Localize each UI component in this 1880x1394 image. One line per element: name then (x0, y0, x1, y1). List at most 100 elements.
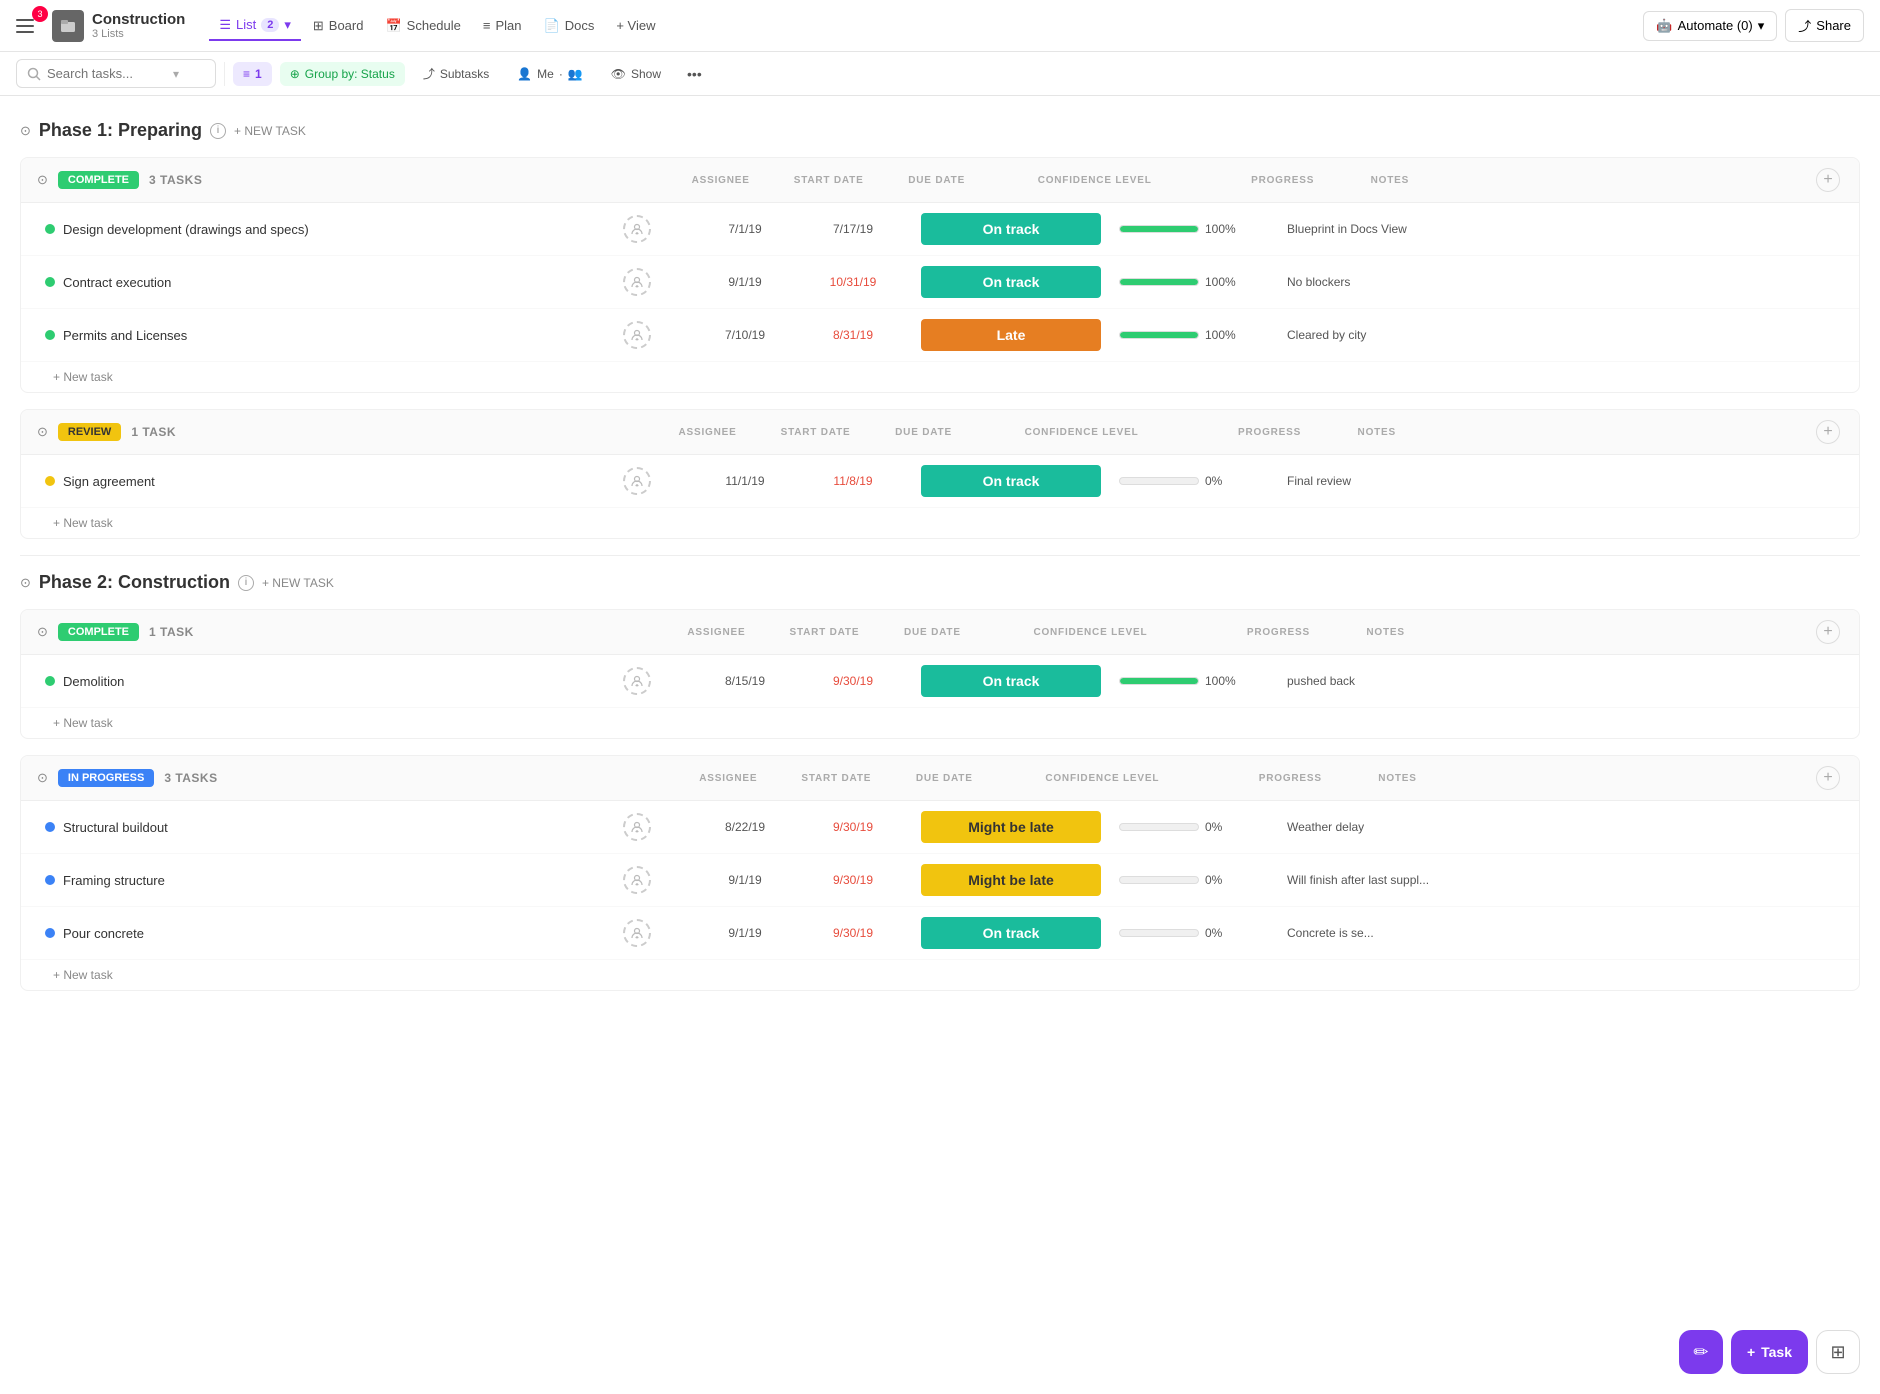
phase-new-task-btn-1[interactable]: + NEW TASK (234, 124, 306, 138)
more-options-button[interactable]: ••• (679, 61, 710, 87)
group-toggle-2-2[interactable]: ⊙ (37, 770, 48, 786)
add-col-btn-2-2[interactable]: + (1816, 766, 1840, 790)
task-status-dot (45, 875, 55, 885)
avatar[interactable] (623, 268, 651, 296)
fab-edit-button[interactable]: ✏ (1679, 1330, 1723, 1374)
add-col-btn-2-1[interactable]: + (1816, 620, 1840, 644)
task-progress-cell: 0% (1119, 873, 1279, 887)
task-progress-cell: 0% (1119, 820, 1279, 834)
hamburger-menu[interactable]: 3 (16, 12, 44, 40)
fab-task-button[interactable]: + Task (1731, 1330, 1808, 1374)
progress-percent: 100% (1205, 275, 1237, 289)
fab-grid-button[interactable]: ⊞ (1816, 1330, 1860, 1374)
group-toggle-2-1[interactable]: ⊙ (37, 624, 48, 640)
progress-bar (1119, 477, 1199, 485)
status-header-row-1-2: ⊙ REVIEW 1 TASK ASSIGNEE START DATE DUE … (21, 410, 1859, 455)
filter-count: 1 (255, 67, 262, 81)
task-progress-cell: 0% (1119, 474, 1279, 488)
share-button[interactable]: ⤴ Share (1785, 9, 1864, 42)
phase-toggle-1[interactable]: ⊙ (20, 123, 31, 139)
search-box[interactable]: ▾ (16, 59, 216, 88)
task-confidence-cell: On track (911, 465, 1111, 497)
tab-plan-label: Plan (495, 18, 521, 33)
automate-button[interactable]: 🤖 Automate (0) ▾ (1643, 11, 1777, 41)
task-name-cell: Pour concrete (45, 926, 579, 941)
task-due-date: 9/30/19 (803, 820, 903, 834)
col-progress-1-1: PROGRESS (1203, 175, 1363, 186)
task-assignee-cell (587, 919, 687, 947)
avatar[interactable] (623, 215, 651, 243)
group-by-button[interactable]: ⊕ Group by: Status (280, 62, 405, 86)
new-task-link[interactable]: + New task (21, 708, 1859, 738)
subtasks-button[interactable]: ⤴ Subtasks (413, 60, 499, 87)
status-header-row-1-1: ⊙ COMPLETE 3 TASKS ASSIGNEE START DATE D… (21, 158, 1859, 203)
task-notes: pushed back (1287, 674, 1821, 688)
confidence-badge[interactable]: On track (921, 213, 1101, 245)
filter-button[interactable]: ≡ 1 (233, 62, 272, 86)
phase-info-icon-2[interactable]: i (238, 575, 254, 591)
new-task-link[interactable]: + New task (21, 508, 1859, 538)
task-name-label[interactable]: Sign agreement (63, 474, 155, 489)
progress-bar (1119, 929, 1199, 937)
task-start-date: 9/1/19 (695, 275, 795, 289)
tab-list[interactable]: ☰ List 2 ▾ (209, 11, 301, 41)
task-name-label[interactable]: Demolition (63, 674, 124, 689)
task-status-dot (45, 928, 55, 938)
tab-board[interactable]: ⊞ Board (303, 12, 374, 40)
avatar[interactable] (623, 467, 651, 495)
confidence-badge[interactable]: On track (921, 665, 1101, 697)
search-input[interactable] (47, 66, 167, 81)
tab-plan[interactable]: ≡ Plan (473, 12, 532, 39)
tab-docs[interactable]: 📄 Docs (534, 12, 605, 40)
task-progress-cell: 100% (1119, 328, 1279, 342)
status-group-2-2: ⊙ IN PROGRESS 3 TASKS ASSIGNEE START DAT… (20, 755, 1860, 991)
tab-view-add[interactable]: + View (606, 12, 665, 39)
avatar[interactable] (623, 919, 651, 947)
avatar[interactable] (623, 321, 651, 349)
task-name-label[interactable]: Design development (drawings and specs) (63, 222, 309, 237)
col-start-date-2-1: START DATE (774, 627, 874, 638)
task-name-label[interactable]: Permits and Licenses (63, 328, 187, 343)
group-toggle-1-1[interactable]: ⊙ (37, 172, 48, 188)
col-progress-2-1: PROGRESS (1198, 627, 1358, 638)
col-start-date-1-2: START DATE (766, 427, 866, 438)
phase-toggle-2[interactable]: ⊙ (20, 575, 31, 591)
subtasks-label: Subtasks (440, 67, 489, 81)
confidence-badge[interactable]: Might be late (921, 864, 1101, 896)
add-col-btn-1-2[interactable]: + (1816, 420, 1840, 444)
task-name-label[interactable]: Structural buildout (63, 820, 168, 835)
confidence-badge[interactable]: Late (921, 319, 1101, 351)
confidence-badge[interactable]: On track (921, 917, 1101, 949)
table-row: Pour concrete 9/1/19 9/30/19 O (21, 907, 1859, 960)
table-row: Structural buildout 8/22/19 9/30/19 (21, 801, 1859, 854)
task-name-label[interactable]: Contract execution (63, 275, 171, 290)
new-task-link[interactable]: + New task (21, 960, 1859, 990)
progress-percent: 100% (1205, 328, 1237, 342)
avatar[interactable] (623, 813, 651, 841)
group-toggle-1-2[interactable]: ⊙ (37, 424, 48, 440)
confidence-badge[interactable]: On track (921, 465, 1101, 497)
task-assignee-cell (587, 667, 687, 695)
show-label: Show (631, 67, 661, 81)
phase-new-task-btn-2[interactable]: + NEW TASK (262, 576, 334, 590)
tab-schedule[interactable]: 📅 Schedule (375, 12, 470, 40)
show-button[interactable]: 👁 Show (601, 62, 671, 86)
add-col-btn-1-1[interactable]: + (1816, 168, 1840, 192)
fab-task-label: Task (1761, 1344, 1792, 1360)
new-task-link[interactable]: + New task (21, 362, 1859, 392)
col-due-date-1-2: DUE DATE (874, 427, 974, 438)
phase-info-icon-1[interactable]: i (210, 123, 226, 139)
confidence-badge[interactable]: On track (921, 266, 1101, 298)
col-confidence-1-1: CONFIDENCE LEVEL (995, 175, 1195, 186)
avatar[interactable] (623, 667, 651, 695)
task-name-cell: Demolition (45, 674, 579, 689)
confidence-badge[interactable]: Might be late (921, 811, 1101, 843)
task-name-label[interactable]: Framing structure (63, 873, 165, 888)
avatar[interactable] (623, 866, 651, 894)
task-start-date: 7/1/19 (695, 222, 795, 236)
task-name-label[interactable]: Pour concrete (63, 926, 144, 941)
progress-bar-fill (1120, 678, 1198, 684)
task-assignee-cell (587, 813, 687, 841)
me-button[interactable]: 👤 Me · 👥 (507, 62, 593, 86)
col-confidence-2-2: CONFIDENCE LEVEL (1002, 773, 1202, 784)
